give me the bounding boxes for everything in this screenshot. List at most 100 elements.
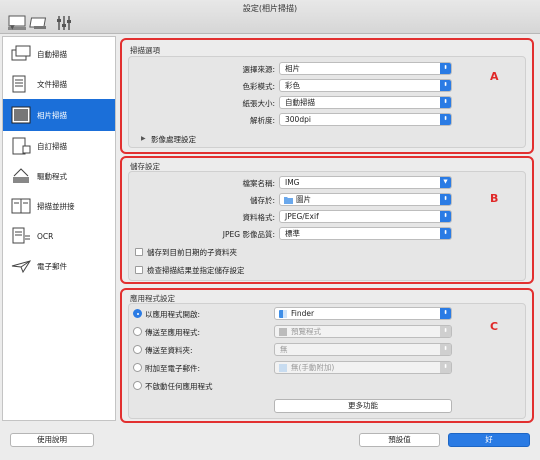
sidebar-item-label: OCR [37, 231, 54, 241]
general-settings-icon[interactable] [53, 15, 73, 31]
open-with-app-radio[interactable] [133, 309, 142, 318]
file-name-combo[interactable]: IMG ▼ [279, 176, 452, 189]
window-title: 設定(相片掃描) [242, 4, 298, 13]
scan-options-panel: 掃描選項 選擇來源: 相片 ⬍ 色彩模式: 彩色 ⬍ 紙張大小: 自動掃描 ⬍ 解析度… [120, 38, 534, 154]
tab-indicator-icon: ▼ [10, 24, 15, 31]
folder-icon [284, 197, 293, 204]
scan-options-title: 掃描選項 [130, 46, 160, 55]
resolution-select[interactable]: 300dpi ⬍ [279, 113, 452, 126]
scan-from-panel-icon[interactable] [29, 15, 49, 31]
callout-b: B [490, 192, 499, 205]
check-results-label: 檢查掃描結果並指定儲存設定 [147, 266, 245, 275]
open-with-app-select[interactable]: Finder ⬍ [274, 307, 452, 320]
attach-email-label: 附加至電子郵件: [145, 364, 201, 373]
check-results-checkbox[interactable] [135, 266, 143, 274]
send-to-folder-select[interactable]: 無 ⬍ [274, 343, 452, 356]
mail-app-icon [279, 364, 287, 372]
send-to-app-radio[interactable] [133, 327, 142, 336]
sidebar-item-label: 電子郵件 [37, 261, 67, 271]
sidebar-item-ocr[interactable]: OCR [3, 221, 115, 251]
driver-icon [13, 168, 29, 183]
save-settings-panel: 儲存設定 檔案名稱: IMG ▼ 儲存於: 圖片 ⬍ 資料格式: JPEG/Exif… [120, 156, 534, 284]
resolution-label: 解析度: [249, 116, 275, 125]
sidebar-item-auto-scan[interactable]: 自動掃描 [3, 39, 115, 69]
subfolder-date-label: 儲存到目前日期的子資料夾 [147, 248, 237, 257]
photo-scan-icon [11, 106, 31, 124]
data-format-label: 資料格式: [242, 213, 275, 222]
jpeg-quality-label: JPEG 影像品質: [222, 230, 275, 239]
color-mode-value: 彩色 [285, 81, 300, 90]
disclosure-triangle-icon[interactable]: ▶ [141, 135, 146, 142]
color-mode-select[interactable]: 彩色 ⬍ [279, 79, 452, 92]
save-in-select[interactable]: 圖片 ⬍ [279, 193, 452, 206]
save-in-value: 圖片 [296, 195, 311, 204]
chevron-updown-icon: ⬍ [440, 344, 451, 355]
scan-stitch-icon [11, 198, 31, 214]
chevron-updown-icon: ⬍ [440, 362, 451, 373]
app-settings-box: 以應用程式開啟: Finder ⬍ 傳送至應用程式: 預覽程式 ⬍ 傳送至資料夾: … [128, 303, 526, 419]
title-bar: 設定(相片掃描) ▼ [0, 0, 540, 34]
send-to-app-label: 傳送至應用程式: [145, 328, 201, 337]
chevron-updown-icon: ⬍ [440, 211, 451, 222]
color-mode-label: 色彩模式: [242, 82, 275, 91]
chevron-down-icon: ▼ [440, 177, 451, 188]
finder-icon [279, 310, 287, 318]
open-with-app-value: Finder [291, 309, 315, 318]
main-content: 掃描選項 選擇來源: 相片 ⬍ 色彩模式: 彩色 ⬍ 紙張大小: 自動掃描 ⬍ 解析度… [120, 36, 538, 423]
sidebar-item-label: 掃描並拼接 [37, 201, 75, 211]
send-to-app-value: 預覽程式 [291, 327, 321, 336]
attach-email-radio[interactable] [133, 363, 142, 372]
sidebar-item-label: 相片掃描 [37, 110, 67, 120]
source-label: 選擇來源: [242, 65, 275, 74]
sidebar-item-driver[interactable]: 驅動程式 [3, 161, 115, 191]
paper-size-label: 紙張大小: [242, 99, 275, 108]
paper-size-value: 自動掃描 [285, 98, 315, 107]
help-button[interactable]: 使用說明 [10, 433, 94, 447]
more-functions-button[interactable]: 更多功能 [274, 399, 452, 413]
sidebar-item-scan-stitch[interactable]: 掃描並拼接 [3, 191, 115, 221]
send-to-folder-radio[interactable] [133, 345, 142, 354]
send-to-folder-label: 傳送至資料夾: [145, 346, 193, 355]
chevron-updown-icon: ⬍ [440, 114, 451, 125]
chevron-updown-icon: ⬍ [440, 308, 451, 319]
jpeg-quality-select[interactable]: 標準 ⬍ [279, 227, 452, 240]
chevron-updown-icon: ⬍ [440, 194, 451, 205]
attach-email-select[interactable]: 無(手動附加) ⬍ [274, 361, 452, 374]
send-to-folder-value: 無 [280, 345, 288, 354]
app-settings-panel: 應用程式設定 以應用程式開啟: Finder ⬍ 傳送至應用程式: 預覽程式 ⬍ 傳… [120, 288, 534, 423]
sidebar-item-label: 自動掃描 [37, 49, 67, 59]
ok-button[interactable]: 好 [448, 433, 530, 447]
resolution-value: 300dpi [285, 115, 311, 124]
ocr-icon [12, 227, 30, 244]
sidebar-item-document-scan[interactable]: 文件掃描 [3, 69, 115, 99]
chevron-updown-icon: ⬍ [440, 97, 451, 108]
chevron-updown-icon: ⬍ [440, 228, 451, 239]
send-to-app-select[interactable]: 預覽程式 ⬍ [274, 325, 452, 338]
file-name-label: 檔案名稱: [242, 179, 275, 188]
source-value: 相片 [285, 64, 300, 73]
save-in-label: 儲存於: [249, 196, 275, 205]
subfolder-date-checkbox[interactable] [135, 248, 143, 256]
document-scan-icon [12, 75, 26, 93]
chevron-updown-icon: ⬍ [440, 63, 451, 74]
callout-c: C [490, 320, 499, 333]
sidebar-item-custom-scan[interactable]: 自訂掃描 [3, 131, 115, 161]
open-with-app-label: 以應用程式開啟: [145, 310, 201, 319]
preview-app-icon [279, 328, 287, 336]
image-processing-settings-toggle[interactable]: 影像處理設定 [151, 134, 196, 145]
defaults-button[interactable]: 預設值 [359, 433, 440, 447]
no-app-radio[interactable] [133, 381, 142, 390]
sidebar-item-label: 自訂掃描 [37, 141, 67, 151]
sidebar-item-label: 文件掃描 [37, 79, 67, 89]
sidebar-item-photo-scan[interactable]: 相片掃描 [3, 99, 115, 131]
paper-size-select[interactable]: 自動掃描 ⬍ [279, 96, 452, 109]
custom-scan-icon [12, 137, 31, 155]
sidebar: 自動掃描 文件掃描 相片掃描 自訂掃描 驅動程式 掃描並拼接 OCR 電子郵件 [2, 36, 116, 421]
sidebar-item-email[interactable]: 電子郵件 [3, 251, 115, 281]
data-format-value: JPEG/Exif [285, 212, 319, 221]
chevron-updown-icon: ⬍ [440, 326, 451, 337]
data-format-select[interactable]: JPEG/Exif ⬍ [279, 210, 452, 223]
save-settings-box: 檔案名稱: IMG ▼ 儲存於: 圖片 ⬍ 資料格式: JPEG/Exif ⬍ JPE… [128, 171, 526, 281]
source-select[interactable]: 相片 ⬍ [279, 62, 452, 75]
attach-email-value: 無(手動附加) [291, 363, 335, 372]
